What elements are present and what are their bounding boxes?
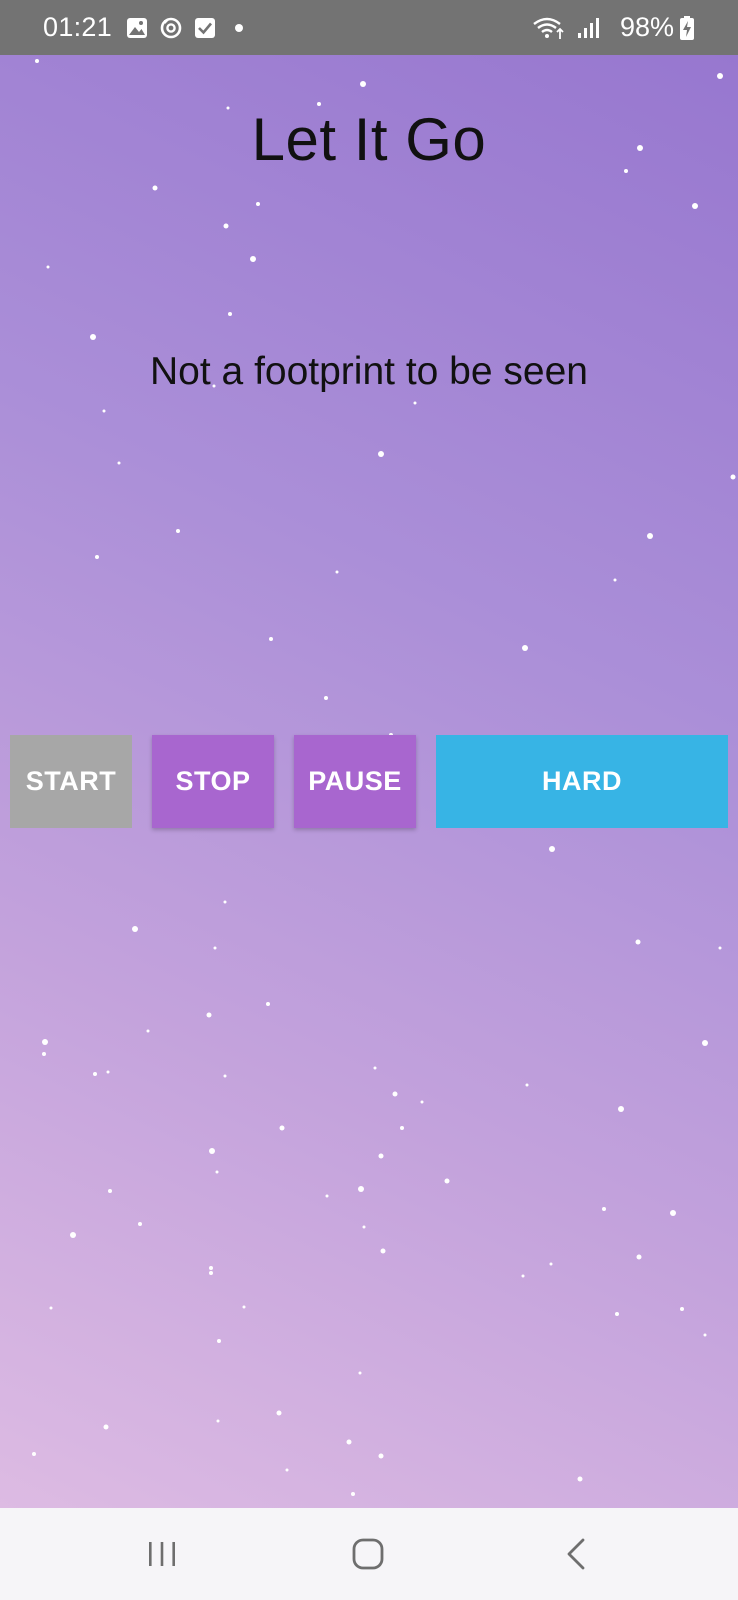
back-icon[interactable]	[546, 1528, 606, 1580]
battery-percentage: 98%	[619, 12, 674, 42]
status-time: 01:21	[43, 12, 113, 42]
checkbox-icon	[194, 17, 216, 39]
home-icon[interactable]	[338, 1528, 398, 1580]
app-screen: Let It Go Not a footprint to be seen STA…	[0, 55, 738, 1508]
status-bar-left: 01:21	[43, 12, 244, 43]
stop-button[interactable]: STOP	[152, 735, 274, 828]
status-message: Not a footprint to be seen	[150, 350, 588, 393]
pause-button[interactable]: PAUSE	[294, 735, 416, 828]
battery-charging-icon	[680, 15, 694, 40]
recent-apps-icon[interactable]	[132, 1528, 192, 1580]
notification-dot-icon	[235, 23, 244, 32]
status-bar-right: 98%	[532, 12, 694, 43]
status-bar: 01:21 98%	[0, 0, 738, 55]
wifi-icon	[532, 15, 566, 41]
gallery-icon	[126, 17, 148, 39]
hard-mode-button[interactable]: HARD	[436, 735, 728, 828]
page-title: Let It Go	[251, 106, 487, 173]
start-button[interactable]: START	[10, 735, 132, 828]
navigation-bar	[0, 1508, 738, 1600]
sync-icon	[159, 16, 183, 40]
signal-icon	[577, 16, 601, 40]
